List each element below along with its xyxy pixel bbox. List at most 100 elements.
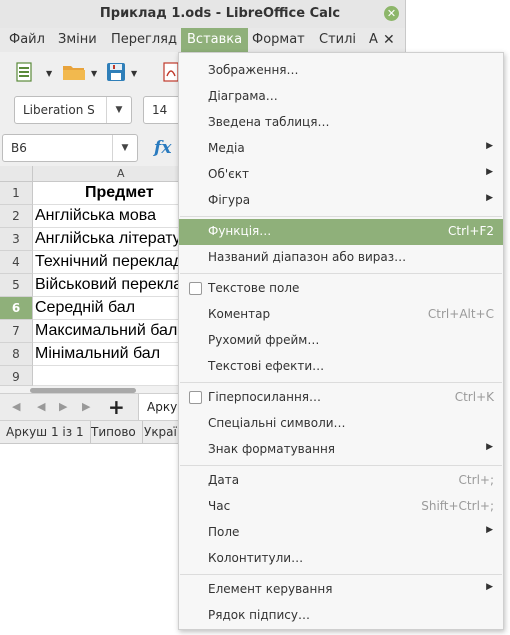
last-sheet-icon[interactable]: ▶ <box>82 400 90 413</box>
status-page-style[interactable]: Типово <box>85 421 143 443</box>
menu-item-shortcut: Ctrl+Alt+C <box>427 307 494 321</box>
menu-item[interactable]: Колонтитули… <box>179 546 503 572</box>
menu-item-label: Час <box>208 499 231 513</box>
menu-item[interactable]: Функція… Ctrl+F2 <box>179 219 503 245</box>
name-box-dropdown-icon[interactable]: ▼ <box>112 135 137 161</box>
submenu-arrow-icon: ▶ <box>486 167 493 177</box>
window-title: Приклад 1.ods - LibreOffice Calc <box>99 6 341 21</box>
document-close-button[interactable]: ✕ <box>383 28 395 52</box>
menu-item[interactable]: Знак форматування ▶ <box>179 437 503 463</box>
menu-item[interactable]: Коментар Ctrl+Alt+C <box>179 302 503 328</box>
save-icon[interactable] <box>106 62 126 82</box>
status-language[interactable]: Украї <box>138 421 183 443</box>
name-box-value: B6 <box>11 141 27 155</box>
save-dropdown-icon[interactable]: ▼ <box>131 69 137 78</box>
new-document-icon[interactable] <box>14 62 34 82</box>
menu-file[interactable]: Файл <box>3 28 51 52</box>
menu-item[interactable]: Діаграма… <box>179 84 503 110</box>
menu-separator <box>180 382 502 383</box>
menu-item[interactable]: Гіперпосилання… Ctrl+K <box>179 385 503 411</box>
menu-item[interactable]: Поле ▶ <box>179 520 503 546</box>
menu-item-label: Поле <box>208 525 240 539</box>
font-name-dropdown-icon[interactable]: ▼ <box>106 97 131 123</box>
row-header[interactable]: 2 <box>0 205 33 228</box>
menu-item[interactable]: Спеціальні символи… <box>179 411 503 437</box>
menu-item[interactable]: Зображення… <box>179 58 503 84</box>
menu-item[interactable]: Об'єкт ▶ <box>179 162 503 188</box>
menu-styles[interactable]: Стилі <box>313 28 362 52</box>
menu-item-label: Об'єкт <box>208 167 249 181</box>
open-dropdown-icon[interactable]: ▼ <box>91 69 97 78</box>
row-header[interactable]: 4 <box>0 251 33 274</box>
menu-view[interactable]: Перегляд <box>105 28 183 52</box>
menu-item-shortcut: Shift+Ctrl+; <box>421 499 494 513</box>
font-size-value: 14 <box>152 103 168 117</box>
submenu-arrow-icon: ▶ <box>486 582 493 592</box>
menu-item-shortcut: Ctrl+; <box>458 473 494 487</box>
menu-item-label: Елемент керування <box>208 582 333 596</box>
add-sheet-icon[interactable]: + <box>108 395 125 419</box>
menu-separator <box>180 216 502 217</box>
insert-menu-dropdown: Зображення… Діаграма… Зведена таблиця… Меді… <box>178 52 504 630</box>
select-all-corner[interactable] <box>0 166 33 182</box>
menu-item-label: Текстове поле <box>208 281 300 295</box>
menu-item[interactable]: Названий діапазон або вираз… <box>179 245 503 271</box>
menu-item-label: Знак форматування <box>208 442 336 456</box>
menu-item-label: Названий діапазон або вираз… <box>208 250 407 264</box>
menu-edit[interactable]: Зміни <box>52 28 103 52</box>
row-header[interactable]: 9 <box>0 366 33 386</box>
menu-item[interactable]: Час Shift+Ctrl+; <box>179 494 503 520</box>
menu-item[interactable]: Рухомий фрейм… <box>179 328 503 354</box>
menu-separator <box>180 465 502 466</box>
menu-item-label: Медіа <box>208 141 245 155</box>
menu-separator <box>180 273 502 274</box>
menu-item[interactable]: Медіа ▶ <box>179 136 503 162</box>
menu-item-label: Дата <box>208 473 240 487</box>
function-wizard-icon[interactable]: fx <box>154 138 171 158</box>
font-name-combo[interactable]: Liberation S ▼ <box>14 96 132 124</box>
menu-item[interactable]: Зведена таблиця… <box>179 110 503 136</box>
window-close-button[interactable]: ✕ <box>384 6 399 21</box>
font-name-value: Liberation S <box>23 103 95 117</box>
status-sheet-info: Аркуш 1 із 1 <box>0 421 91 443</box>
row-header-selected[interactable]: 6 <box>0 297 33 320</box>
menu-item-label: Коментар <box>208 307 271 321</box>
menu-item-label: Зображення… <box>208 63 299 77</box>
menu-item-label: Текстові ефекти… <box>208 359 325 373</box>
menu-separator <box>180 574 502 575</box>
menu-sheet-truncated[interactable]: А <box>363 28 384 52</box>
menu-insert[interactable]: Вставка <box>181 28 249 52</box>
new-dropdown-icon[interactable]: ▼ <box>46 69 52 78</box>
previous-sheet-icon[interactable]: ◀ <box>37 400 45 413</box>
menu-format[interactable]: Формат <box>246 28 311 52</box>
name-box[interactable]: B6 ▼ <box>2 134 138 162</box>
submenu-arrow-icon: ▶ <box>486 193 493 203</box>
row-header[interactable]: 5 <box>0 274 33 297</box>
row-header[interactable]: 1 <box>0 182 33 205</box>
menu-item[interactable]: Елемент керування ▶ <box>179 577 503 603</box>
menu-bar: Файл Зміни Перегляд Вставка Формат Стилі… <box>0 28 405 52</box>
menu-item-label: Зведена таблиця… <box>208 115 330 129</box>
open-folder-icon[interactable] <box>62 62 86 82</box>
menu-item-label: Фігура <box>208 193 251 207</box>
title-bar: Приклад 1.ods - LibreOffice Calc ✕ <box>0 0 405 28</box>
submenu-arrow-icon: ▶ <box>486 442 493 452</box>
menu-item[interactable]: Текстове поле <box>179 276 503 302</box>
menu-item-label: Діаграма… <box>208 89 278 103</box>
menu-item-label: Функція… <box>208 224 272 238</box>
submenu-arrow-icon: ▶ <box>486 141 493 151</box>
menu-item[interactable]: Фігура ▶ <box>179 188 503 214</box>
menu-item[interactable]: Рядок підпису… <box>179 603 503 629</box>
menu-item[interactable]: Текстові ефекти… <box>179 354 503 380</box>
menu-item[interactable]: Дата Ctrl+; <box>179 468 503 494</box>
row-header[interactable]: 8 <box>0 343 33 366</box>
first-sheet-icon[interactable]: ◀ <box>12 400 20 413</box>
row-header[interactable]: 7 <box>0 320 33 343</box>
checkbox-icon <box>189 391 202 404</box>
menu-item-shortcut: Ctrl+K <box>454 390 494 404</box>
menu-item-label: Колонтитули… <box>208 551 304 565</box>
submenu-arrow-icon: ▶ <box>486 525 493 535</box>
next-sheet-icon[interactable]: ▶ <box>59 400 67 413</box>
row-header[interactable]: 3 <box>0 228 33 251</box>
menu-item-label: Рухомий фрейм… <box>208 333 320 347</box>
